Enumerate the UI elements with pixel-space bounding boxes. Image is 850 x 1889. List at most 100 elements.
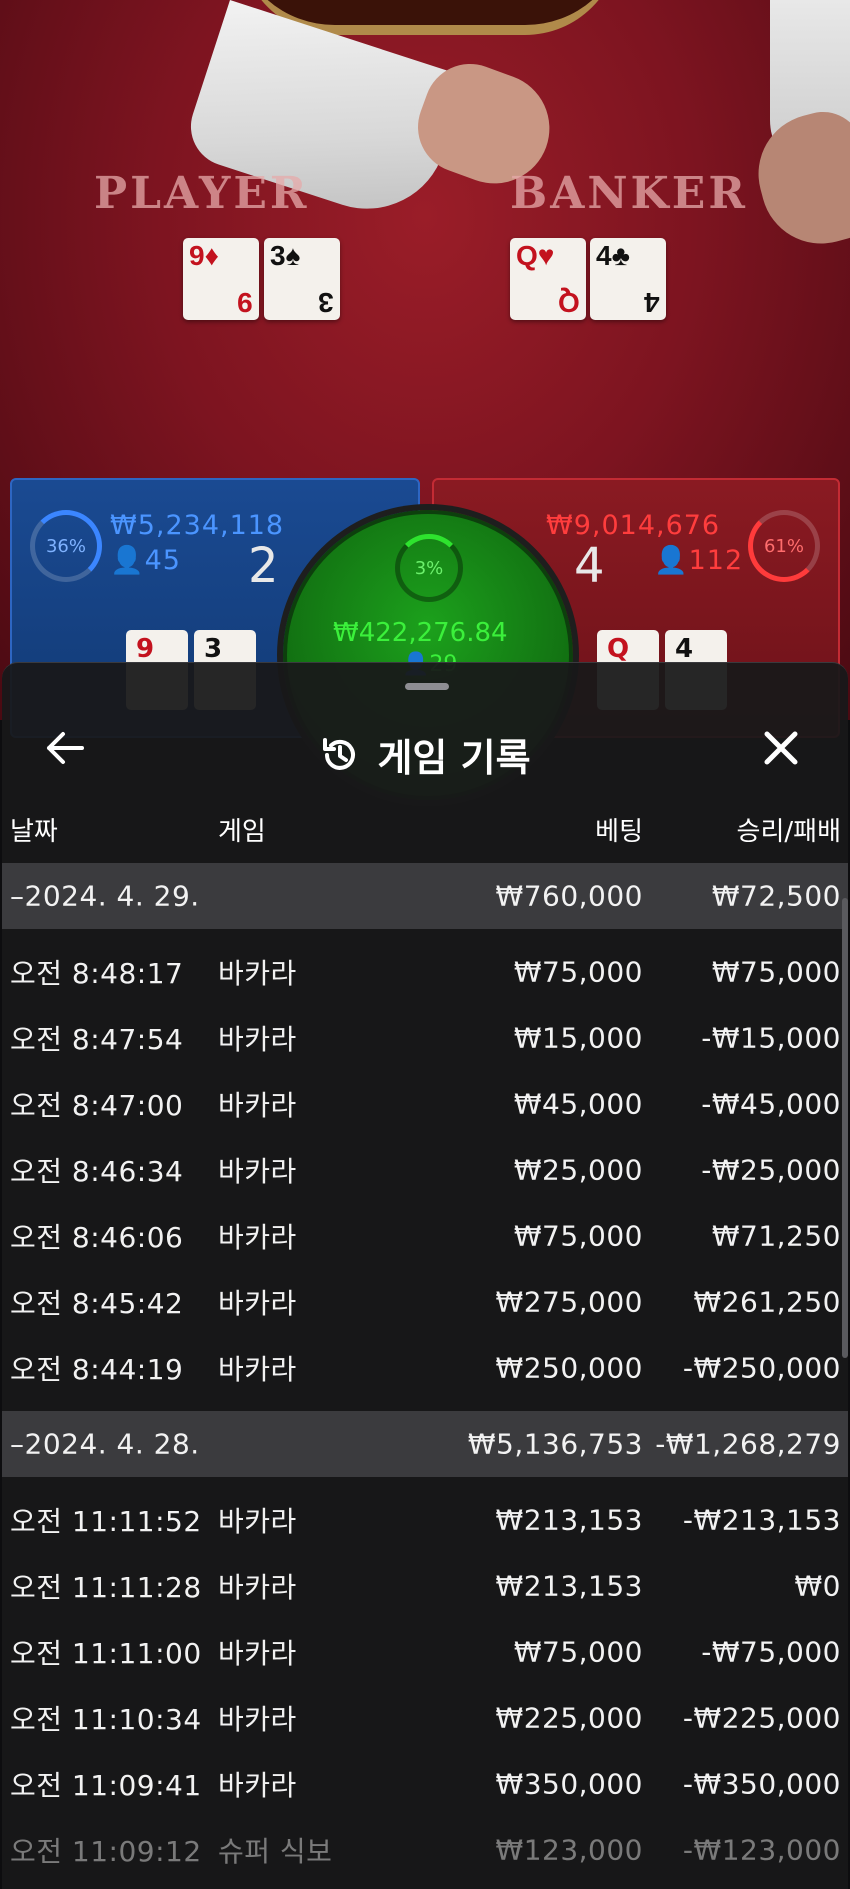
row-result: ₩71,250 <box>711 1219 841 1253</box>
row-bet: ₩15,000 <box>513 1021 643 1055</box>
row-time: 오전 8:46:06 <box>10 1221 184 1254</box>
row-time: 오전 11:11:28 <box>10 1571 202 1604</box>
row-time: 오전 8:45:42 <box>10 1287 184 1320</box>
day-result-total: ₩72,500 <box>711 879 841 913</box>
player-card-2: 3♠ 3 <box>264 238 340 320</box>
row-game: 바카라 <box>218 1571 297 1604</box>
row-game: 바카라 <box>218 1023 297 1056</box>
row-result: -₩225,000 <box>682 1701 841 1735</box>
day-date: –2024. 4. 29. <box>10 879 200 913</box>
history-row[interactable]: 오전 8:45:42 바카라 ₩275,000 ₩261,250 <box>2 1269 848 1335</box>
row-bet: ₩75,000 <box>513 1635 643 1669</box>
day-summary-row[interactable]: –2024. 4. 28. ₩5,136,753 -₩1,268,279 <box>2 1411 848 1477</box>
banker-bet-amount: ₩9,014,676 <box>546 510 721 541</box>
history-row[interactable]: 오전 11:11:28 바카라 ₩213,153 ₩0 <box>2 1553 848 1619</box>
sheet-grabber[interactable] <box>405 683 449 690</box>
row-bet: ₩75,000 <box>513 1219 643 1253</box>
row-time: 오전 11:09:41 <box>10 1769 202 1802</box>
row-result: -₩25,000 <box>701 1153 841 1187</box>
row-game: 바카라 <box>218 1703 297 1736</box>
row-game: 바카라 <box>218 957 297 990</box>
row-bet: ₩123,000 <box>495 1833 643 1867</box>
day-date: –2024. 4. 28. <box>10 1427 200 1461</box>
row-bet: ₩213,153 <box>495 1569 643 1603</box>
row-time: 오전 11:11:00 <box>10 1637 202 1670</box>
row-game: 바카라 <box>218 1353 297 1386</box>
row-time: 오전 8:44:19 <box>10 1353 184 1386</box>
row-result: -₩213,153 <box>682 1503 841 1537</box>
row-time: 오전 8:48:17 <box>10 957 184 990</box>
history-row[interactable]: 오전 11:10:34 바카라 ₩225,000 -₩225,000 <box>2 1685 848 1751</box>
history-row[interactable]: 오전 11:09:41 바카라 ₩350,000 -₩350,000 <box>2 1751 848 1817</box>
day-summary-row[interactable]: –2024. 4. 29. ₩760,000 ₩72,500 <box>2 863 848 929</box>
row-result: -₩250,000 <box>682 1351 841 1385</box>
tie-bet-amount: ₩422,276.84 <box>333 618 508 648</box>
row-result: -₩45,000 <box>701 1087 841 1121</box>
history-row[interactable]: 오전 8:47:00 바카라 ₩45,000 -₩45,000 <box>2 1071 848 1137</box>
column-header-bet[interactable]: 베팅 <box>595 811 643 848</box>
history-scrollbar[interactable] <box>842 898 848 1358</box>
banker-percent-ring: 61% <box>748 510 820 582</box>
row-bet: ₩275,000 <box>495 1285 643 1319</box>
history-row[interactable]: 오전 11:11:00 바카라 ₩75,000 -₩75,000 <box>2 1619 848 1685</box>
sheet-title: 게임 기록 <box>377 736 531 780</box>
row-result: -₩15,000 <box>701 1021 841 1055</box>
history-row[interactable]: 오전 8:44:19 바카라 ₩250,000 -₩250,000 <box>2 1335 848 1401</box>
row-bet: ₩225,000 <box>495 1701 643 1735</box>
day-result-total: -₩1,268,279 <box>655 1427 841 1461</box>
dealer-hand-right <box>745 102 850 258</box>
column-headers: 날짜 게임 베팅 승리/패배 <box>2 811 848 859</box>
day-bet-total: ₩5,136,753 <box>467 1427 643 1461</box>
sheet-header: 게임 기록 <box>2 703 848 793</box>
banker-card-1: Q♥ Q <box>510 238 586 320</box>
column-header-result[interactable]: 승리/패배 <box>737 811 841 848</box>
history-row[interactable]: 오전 8:48:17 바카라 ₩75,000 ₩75,000 <box>2 939 848 1005</box>
row-time: 오전 11:10:34 <box>10 1703 202 1736</box>
banker-card-2: 4♣ 4 <box>590 238 666 320</box>
player-card-1: 9♦ 9 <box>183 238 259 320</box>
column-header-date[interactable]: 날짜 <box>10 811 58 848</box>
history-row[interactable]: 오전 11:09:12 슈퍼 식보 ₩123,000 -₩123,000 <box>2 1817 848 1883</box>
row-time: 오전 11:11:52 <box>10 1505 202 1538</box>
history-row[interactable]: 오전 8:46:34 바카라 ₩25,000 -₩25,000 <box>2 1137 848 1203</box>
row-time: 오전 11:09:12 <box>10 1835 202 1868</box>
banker-felt-label: BANKER <box>510 168 748 219</box>
row-game: 바카라 <box>218 1287 297 1320</box>
row-result: ₩75,000 <box>711 955 841 989</box>
row-game: 바카라 <box>218 1155 297 1188</box>
row-result: -₩123,000 <box>682 1833 841 1867</box>
history-row[interactable]: 오전 11:11:52 바카라 ₩213,153 -₩213,153 <box>2 1487 848 1553</box>
player-bet-users: 👤45 <box>110 545 181 576</box>
row-bet: ₩45,000 <box>513 1087 643 1121</box>
history-icon <box>323 737 356 770</box>
game-history-sheet: 게임 기록 날짜 게임 베팅 승리/패배 –2024. 4. 29. ₩760,… <box>2 662 848 1889</box>
row-time: 오전 8:46:34 <box>10 1155 184 1188</box>
column-header-game[interactable]: 게임 <box>218 811 266 848</box>
player-score: 2 <box>248 538 279 594</box>
user-icon: 👤 <box>654 545 689 576</box>
row-result: ₩0 <box>794 1569 841 1603</box>
row-time: 오전 8:47:00 <box>10 1089 184 1122</box>
row-game: 바카라 <box>218 1637 297 1670</box>
row-bet: ₩25,000 <box>513 1153 643 1187</box>
user-icon: 👤 <box>110 545 145 576</box>
close-button[interactable] <box>756 723 806 773</box>
row-game: 바카라 <box>218 1769 297 1802</box>
row-bet: ₩75,000 <box>513 955 643 989</box>
row-game: 슈퍼 식보 <box>218 1835 333 1868</box>
history-list: –2024. 4. 29. ₩760,000 ₩72,500 오전 8:48:1… <box>2 863 848 1883</box>
close-icon <box>764 731 798 765</box>
sheet-title-group: 게임 기록 <box>2 727 848 782</box>
row-game: 바카라 <box>218 1505 297 1538</box>
row-result: -₩75,000 <box>701 1635 841 1669</box>
banker-score: 4 <box>574 538 605 594</box>
history-row[interactable]: 오전 8:46:06 바카라 ₩75,000 ₩71,250 <box>2 1203 848 1269</box>
row-time: 오전 8:47:54 <box>10 1023 184 1056</box>
row-game: 바카라 <box>218 1089 297 1122</box>
row-bet: ₩250,000 <box>495 1351 643 1385</box>
row-bet: ₩213,153 <box>495 1503 643 1537</box>
tie-percent-ring: 3% <box>395 534 463 602</box>
row-bet: ₩350,000 <box>495 1767 643 1801</box>
player-bet-amount: ₩5,234,118 <box>110 510 285 541</box>
history-row[interactable]: 오전 8:47:54 바카라 ₩15,000 -₩15,000 <box>2 1005 848 1071</box>
